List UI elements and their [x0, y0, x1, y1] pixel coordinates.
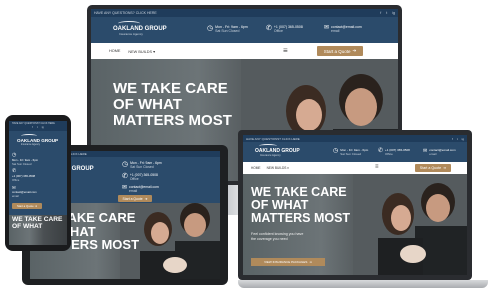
phone-screen: HAVE ANY QUESTIONS? CLICK HERE f t ig OA… — [9, 121, 67, 245]
phone-phone: ✆ +1 (007) 365-0508 Office — [12, 168, 36, 183]
tablet-email: ✉ contact@email.com email — [122, 185, 159, 193]
desktop-header: OAKLAND GROUP Insurance Agency ◷ Mon - F… — [91, 17, 398, 43]
facebook-icon[interactable]: f — [452, 137, 453, 141]
nav-home[interactable]: HOME — [251, 166, 261, 170]
clock-icon: ◷ — [333, 148, 339, 154]
desktop-phone: ✆ +1 (007) 365-0508 Office — [266, 25, 303, 33]
laptop-hours: ◷ Mon - Fri: 9am - 6pm Sat Sun Closed — [333, 148, 369, 156]
nav-home[interactable]: HOME — [109, 49, 120, 53]
phone-device: HAVE ANY QUESTIONS? CLICK HERE f t ig OA… — [5, 115, 71, 251]
instagram-icon[interactable]: ig — [392, 11, 395, 15]
laptop-hero: WE TAKE CARE OF WHAT MATTERS MOST Feel c… — [243, 174, 467, 275]
start-quote-button[interactable]: Start a Quote ➔ — [12, 203, 42, 209]
nav-packages[interactable]: NEW BUILDS ▾ — [267, 166, 289, 170]
start-quote-button[interactable]: Start a Quote ➔ — [317, 46, 363, 56]
hero-headline: WE TAKE CARE OF WHAT — [12, 216, 63, 230]
mail-icon: ✉ — [423, 148, 428, 154]
family-photo — [353, 174, 467, 275]
laptop-device: HAVE ANY QUESTIONS? CLICK HERE f t ig OA… — [238, 130, 488, 290]
start-quote-button[interactable]: Start a Quote ➔ — [415, 164, 451, 172]
laptop-phone: ✆ +1 (007) 365-0508 Office — [378, 148, 410, 156]
hamburger-icon[interactable]: ≡ — [375, 164, 379, 170]
desktop-hours: ◷ Mon - Fri: 9am - 6pm Sat Sun Closed — [207, 25, 248, 33]
start-quote-button[interactable]: Start a Quote ➔ — [118, 195, 152, 202]
phone-hours: ◷ Mon - Fri: 9am - 6pm Sat Sun Closed — [12, 152, 39, 167]
tablet-hours: ◷ Mon - Fri: 9am - 6pm Sat Sun Closed — [122, 161, 162, 169]
laptop-base — [238, 280, 488, 288]
hamburger-icon[interactable]: ≡ — [283, 46, 288, 55]
tablet-phone: ✆ +1 (007) 365-0508 Office — [122, 173, 158, 181]
clock-icon: ◷ — [207, 25, 214, 32]
phone-icon: ✆ — [266, 25, 272, 32]
hero-headline: WE TAKE CARE OF WHAT MATTERS MOST — [113, 80, 232, 129]
twitter-icon[interactable]: t — [457, 137, 458, 141]
desktop-top-bar: HAVE ANY QUESTIONS? CLICK HERE f t ig — [91, 9, 398, 17]
desktop-email: ✉ contact@email.com email — [324, 25, 362, 33]
laptop-top-bar: HAVE ANY QUESTIONS? CLICK HERE f t ig — [243, 135, 467, 142]
phone-email: ✉ contact@email.com email — [12, 185, 37, 198]
mail-icon: ✉ — [324, 25, 330, 31]
laptop-header: OAKLAND GROUP Insurance Agency ◷ Mon - F… — [243, 142, 467, 162]
phone-header: OAKLAND GROUP Insurance Agency ◷ Mon - F… — [9, 131, 67, 215]
questions-link[interactable]: HAVE ANY QUESTIONS? CLICK HERE — [12, 122, 55, 125]
phone-logo[interactable]: OAKLAND GROUP Insurance Agency — [17, 134, 58, 146]
questions-link[interactable]: HAVE ANY QUESTIONS? CLICK HERE — [246, 137, 300, 141]
desktop-logo[interactable]: OAKLAND GROUP Insurance Agency — [113, 21, 167, 36]
hero-subtitle: Feel confident knowing you have the cove… — [251, 232, 304, 241]
laptop-email: ✉ contact@email.com email — [423, 148, 456, 156]
facebook-icon[interactable]: f — [380, 11, 381, 15]
laptop-screen: HAVE ANY QUESTIONS? CLICK HERE f t ig OA… — [243, 135, 467, 275]
clock-icon: ◷ — [122, 161, 129, 168]
questions-link[interactable]: HAVE ANY QUESTIONS? CLICK HERE — [94, 11, 157, 15]
phone-icon: ✆ — [122, 173, 128, 180]
phone-hero: WE TAKE CARE OF WHAT — [9, 215, 67, 245]
nav-packages[interactable]: NEW BUILDS ▾ — [128, 49, 155, 54]
phone-icon: ✆ — [378, 148, 384, 154]
hero-headline: WE TAKE CARE OF WHAT MATTERS MOST — [251, 185, 351, 226]
laptop-logo[interactable]: OAKLAND GROUP Insurance Agency — [255, 144, 300, 157]
instagram-icon[interactable]: ig — [462, 137, 464, 141]
twitter-icon[interactable]: t — [386, 11, 387, 15]
mail-icon: ✉ — [122, 185, 128, 191]
view-packages-button[interactable]: VIEW INSURANCE PACKAGES ➔ — [251, 258, 325, 266]
devices-mockup: { "top_bar": { "text": "HAVE ANY QUESTIO… — [0, 0, 488, 290]
